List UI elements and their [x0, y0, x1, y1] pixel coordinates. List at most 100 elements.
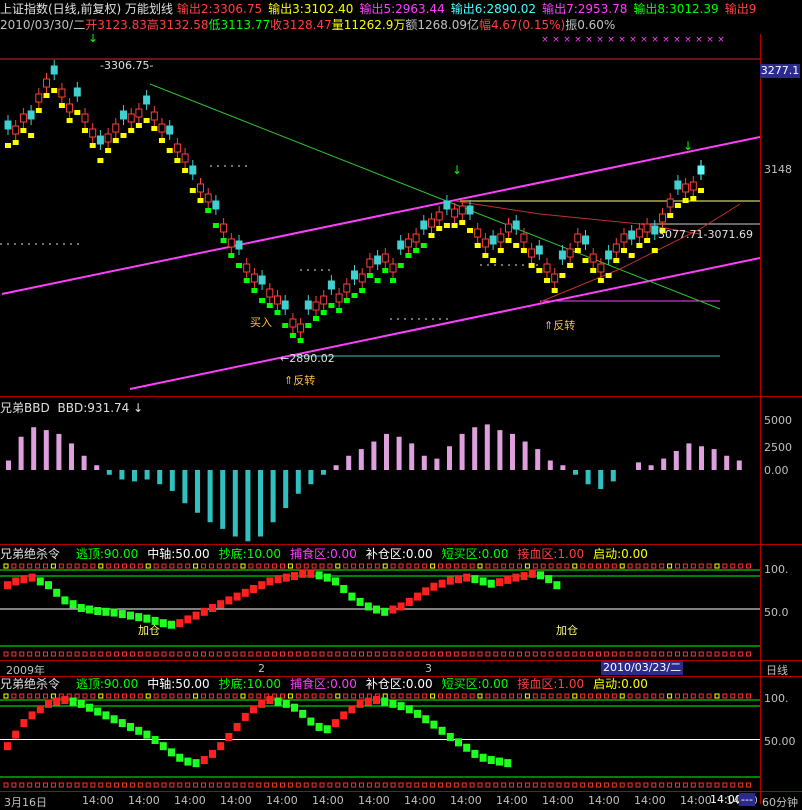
candle-body-6 [50, 65, 58, 75]
top-box-84 [667, 693, 673, 699]
signal-mark-89 [690, 196, 697, 201]
kill-mark-8 [69, 697, 77, 706]
main-chart[interactable]: ↓ ↓ ↓ × × × × × × × × × × × × × × × × × -3306.75- 3077.71-3… [0, 34, 760, 396]
bottom-box-72 [572, 782, 578, 788]
candle-body-59 [458, 205, 466, 215]
time-more[interactable]: --- [739, 793, 755, 806]
signal-mark-8 [66, 118, 73, 123]
bbd-bar-52 [661, 458, 667, 470]
time-tick-8: 14:00 [450, 794, 482, 807]
kill-mark-27 [225, 596, 233, 605]
candle-body-78 [605, 250, 613, 260]
period-label[interactable]: 日线 [766, 662, 788, 678]
time-period[interactable]: 60分钟 [762, 794, 798, 810]
signal-mark-23 [182, 168, 189, 173]
kill-mark-6 [53, 588, 61, 597]
bottom-box-85 [675, 651, 680, 657]
bottom-box-40 [319, 651, 325, 657]
kill-mark-10 [86, 703, 93, 712]
bottom-box-52 [414, 782, 420, 788]
bottom-box-48 [382, 651, 388, 657]
signal-mark-2 [20, 128, 27, 133]
candle-body-67 [520, 233, 528, 243]
candle-body-81 [628, 230, 636, 240]
top-box-82 [651, 563, 657, 569]
bbd-chart[interactable] [0, 397, 760, 544]
bottom-box-62 [493, 651, 499, 657]
candle-body-71 [551, 273, 559, 283]
top-box-9 [74, 563, 80, 569]
signal-mark-6 [51, 88, 58, 93]
bottom-box-66 [524, 782, 530, 788]
kill-mark-22 [184, 757, 192, 766]
header-row-quote: 2010/03/30/二开3123.83高3132.58低3113.77收312… [0, 17, 615, 33]
bottom-box-38 [303, 651, 309, 657]
bottom-box-55 [438, 651, 443, 657]
top-box-10 [82, 693, 88, 699]
top-box-51 [406, 693, 412, 699]
bbd-bar-37 [472, 427, 478, 470]
candle-body-37 [289, 318, 297, 328]
bbd-bar-20 [258, 470, 263, 537]
bbd-bar-26 [333, 465, 339, 470]
output-1: 输出3:3102.40 [268, 2, 354, 16]
top-box-55 [438, 563, 443, 569]
signal-mark-72 [559, 273, 566, 278]
top-box-91 [722, 693, 728, 699]
kill-mark-54 [446, 576, 454, 585]
kill2-name: 兄弟绝杀令 [0, 677, 61, 691]
top-box-25 [201, 563, 206, 569]
bottom-box-76 [603, 782, 609, 788]
bottom-box-64 [509, 651, 515, 657]
bottom-box-31 [248, 651, 254, 657]
candle-body-70 [543, 263, 551, 273]
bottom-box-29 [232, 782, 238, 788]
top-box-85 [675, 563, 680, 569]
signal-mark-5 [43, 93, 50, 98]
time-first: 3月16日 [4, 796, 47, 809]
bbd-bar-56 [711, 449, 717, 470]
top-box-94 [746, 563, 752, 569]
top-box-22 [177, 563, 183, 569]
top-box-31 [248, 693, 254, 699]
kill2-chart[interactable] [0, 692, 760, 791]
top-box-19 [153, 563, 159, 569]
top-box-42 [335, 563, 341, 569]
kill-mark-56 [463, 573, 471, 582]
top-box-13 [106, 693, 112, 699]
bbd-bar-41 [522, 441, 528, 470]
top-box-47 [374, 563, 380, 569]
bbd-bar-13 [169, 470, 175, 491]
candle-body-80 [620, 233, 628, 243]
kill-mark-9 [77, 699, 85, 708]
top-box-65 [517, 693, 522, 699]
bottom-box-28 [224, 782, 230, 788]
top-box-54 [430, 693, 436, 699]
kill-mark-44 [364, 602, 372, 611]
kill1-chart[interactable]: 加仓 加仓 [0, 562, 760, 660]
top-box-62 [493, 563, 499, 569]
top-box-0 [3, 563, 9, 569]
bottom-box-59 [469, 782, 475, 788]
bottom-box-72 [572, 651, 578, 657]
top-box-75 [596, 693, 601, 699]
bbd-bar-43 [547, 460, 553, 470]
bottom-box-87 [690, 782, 696, 788]
candle-body-52 [404, 238, 412, 248]
top-box-30 [240, 693, 246, 699]
bottom-box-61 [485, 651, 491, 657]
bbd-bar-0 [6, 460, 11, 470]
top-box-8 [66, 563, 72, 569]
bbd-bar-12 [157, 470, 163, 485]
bottom-box-27 [216, 782, 222, 788]
kill-mark-55 [455, 738, 462, 747]
bbd-tick-5000: 5000 [764, 414, 792, 427]
kill1-item-2: 抄底:10.00 [218, 547, 282, 561]
kill-mark-18 [151, 736, 159, 745]
signal-mark-63 [490, 258, 497, 263]
top-box-79 [627, 693, 633, 699]
bottom-box-39 [311, 651, 317, 657]
candle-body-76 [589, 253, 597, 263]
top-box-89 [706, 693, 712, 699]
bbd-bar-9 [119, 470, 125, 480]
